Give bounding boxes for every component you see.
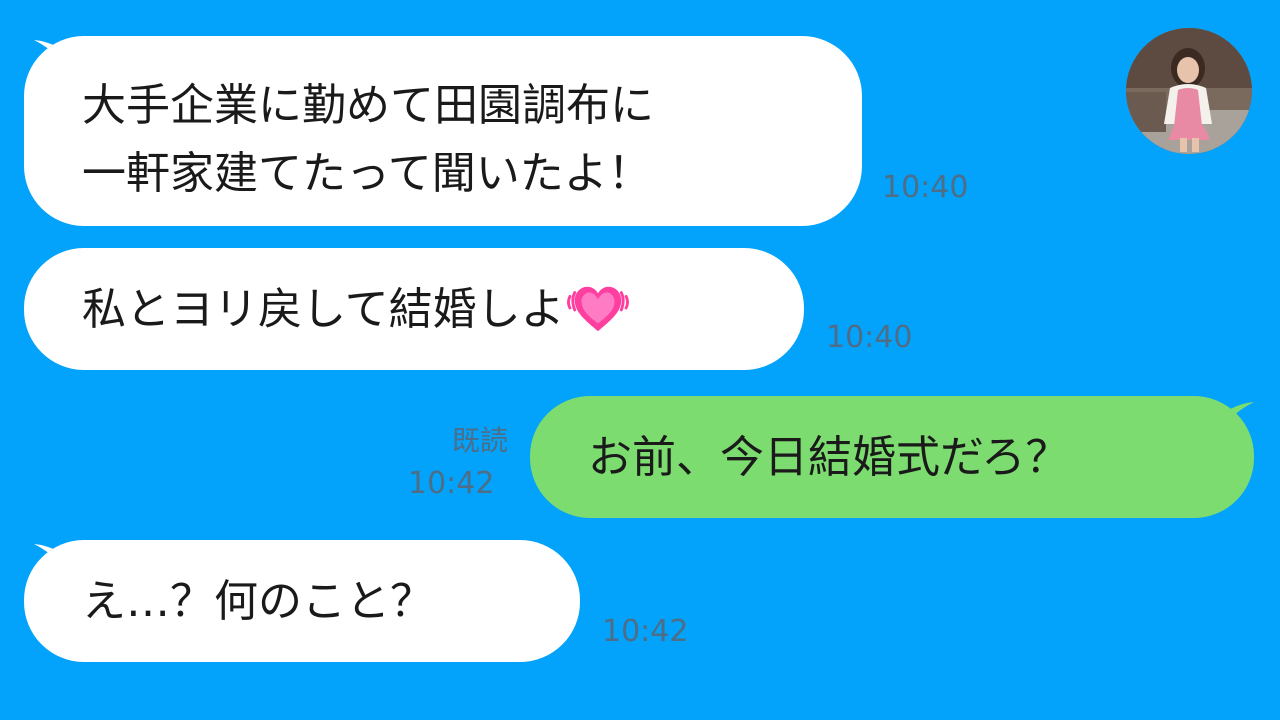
incoming-message-bubble[interactable]: 大手企業に勤めて田園調布に 一軒家建てたって聞いたよ！ bbox=[24, 36, 862, 226]
message-text: 私とヨリ戻して結婚しよ bbox=[82, 284, 565, 335]
message-text: え…？何のこと？ bbox=[82, 576, 434, 627]
incoming-message-bubble[interactable]: え…？何のこと？ bbox=[24, 540, 580, 662]
message-timestamp: 10:42 bbox=[602, 614, 689, 649]
message-timestamp: 10:40 bbox=[826, 320, 913, 355]
read-receipt: 既読 bbox=[451, 424, 508, 457]
message-timestamp: 10:42 bbox=[408, 466, 495, 501]
beating-heart-icon bbox=[566, 286, 629, 332]
outgoing-message-bubble[interactable]: お前、今日結婚式だろ？ bbox=[530, 396, 1254, 518]
message-text: お前、今日結婚式だろ？ bbox=[588, 432, 1070, 483]
incoming-message-bubble[interactable]: 私とヨリ戻して結婚しよ bbox=[24, 248, 804, 370]
contact-avatar[interactable] bbox=[1126, 28, 1252, 154]
avatar-photo bbox=[1126, 28, 1252, 154]
message-text-line: 大手企業に勤めて田園調布に bbox=[82, 80, 654, 131]
message-timestamp: 10:40 bbox=[882, 170, 969, 205]
message-text-line: 一軒家建てたって聞いたよ！ bbox=[82, 148, 652, 199]
